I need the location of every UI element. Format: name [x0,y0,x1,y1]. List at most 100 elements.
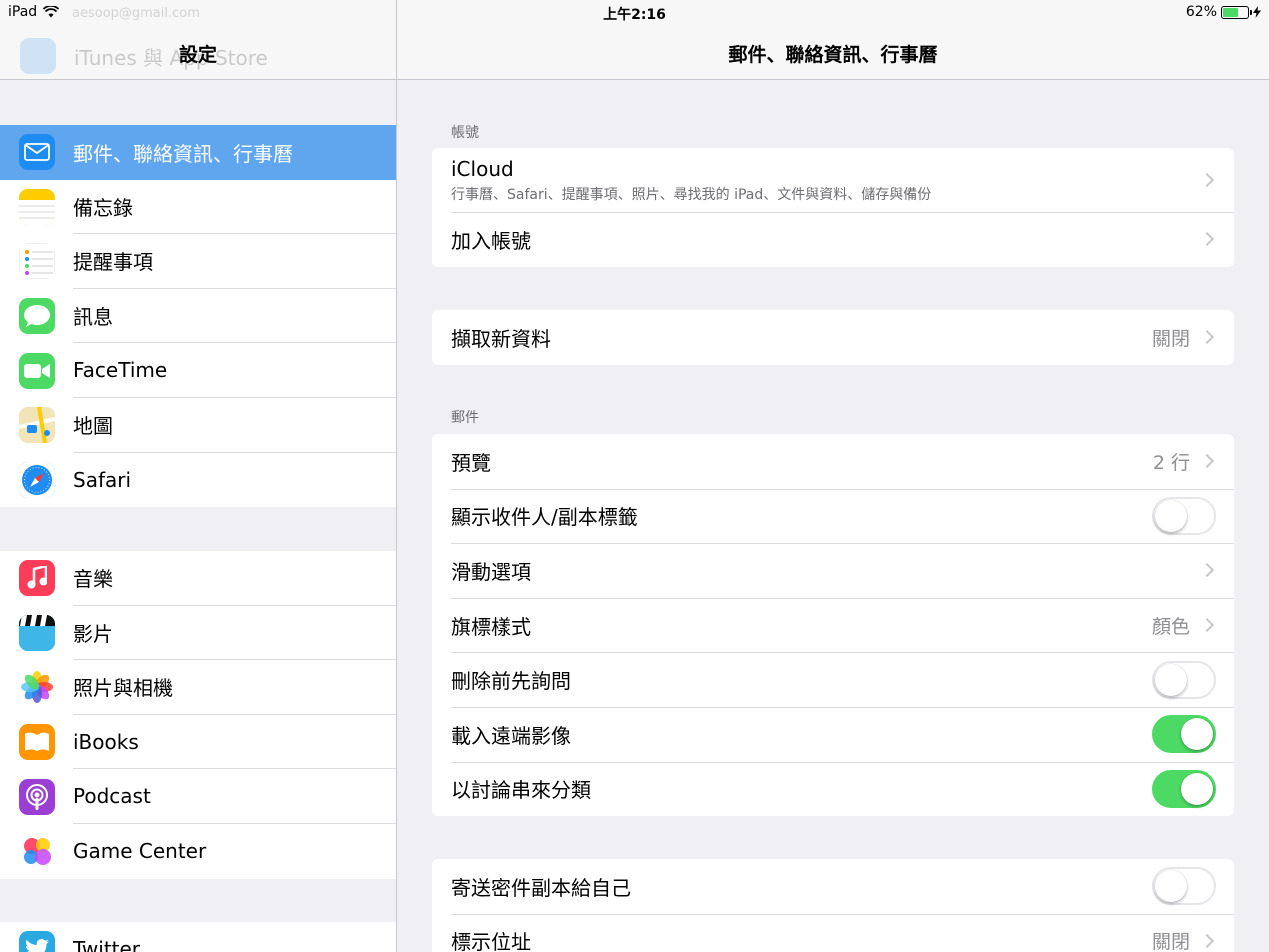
sidebar-item-label: 備忘錄 [73,180,396,235]
fetch-value: 關閉 [1151,327,1190,350]
mark-address-row[interactable]: 標示位址 關閉 [432,913,1234,952]
add-account-label: 加入帳號 [451,228,531,253]
facetime-icon [19,352,55,389]
fetch-label: 擷取新資料 [451,326,551,351]
sidebar-item-podcast[interactable]: Podcast [0,769,396,824]
sidebar-item-ibooks[interactable]: iBooks [0,715,396,770]
section-label-mail: 郵件 [451,410,479,426]
sidebar-group-apple: 郵件、聯絡資訊、行事曆備忘錄 提醒事項 訊息 FaceTime 地圖 Safari [0,125,396,508]
add-account-row[interactable]: 加入帳號 [432,212,1234,267]
mark-address-label: 標示位址 [451,930,531,952]
sidebar-title: 設定 [178,44,217,66]
sidebar-item-label: 地圖 [73,398,396,453]
sidebar-item-game-center[interactable]: Game Center [0,824,396,879]
mail-row: 刪除前先詢問 [432,652,1234,707]
mark-address-value: 關閉 [1151,931,1190,952]
photos-icon [19,669,55,706]
chevron-right-icon [1199,454,1215,469]
sidebar-item-notes[interactable]: 備忘錄 [0,180,396,235]
switch-knob [1155,870,1187,903]
detail-pane: 郵件、聯絡資訊、行事曆 帳號 iCloud 行事曆、Safari、提醒事項、照片… [397,0,1269,952]
sidebar-item-safari[interactable]: Safari [0,453,396,508]
icloud-text: iCloud 行事曆、Safari、提醒事項、照片、尋找我的 iPad、文件與資… [451,157,1202,204]
sidebar-item-photos[interactable]: 照片與相機 [0,660,396,715]
mail-row-label: 刪除前先詢問 [451,669,571,694]
mail-row-label: 以討論串來分類 [451,778,591,803]
sidebar-group-social: Twitter [0,922,396,952]
sidebar-item-label: 訊息 [73,289,396,344]
mail-row[interactable]: 預覽 2 行 [432,434,1234,489]
switch-knob [1181,772,1213,805]
sidebar-item-label: FaceTime [73,343,396,398]
videos-icon [19,614,55,651]
sidebar-item-label: 郵件、聯絡資訊、行事曆 [73,141,293,166]
bcc-label: 寄送密件副本給自己 [451,875,631,900]
chevron-right-icon [1199,232,1215,247]
mail-row[interactable]: 旗標樣式 顏色 [432,597,1234,653]
detail-title: 郵件、聯絡資訊、行事曆 [728,44,938,66]
mail-row-switch[interactable] [1152,496,1216,535]
sidebar-item-label: 提醒事項 [73,234,396,289]
bcc-switch[interactable] [1152,867,1216,906]
sidebar-item-mail[interactable]: 郵件、聯絡資訊、行事曆 [0,125,396,180]
mail-row-switch[interactable] [1152,660,1216,699]
bcc-card: 寄送密件副本給自己 標示位址 關閉 [432,859,1234,952]
charging-icon [1253,6,1261,18]
notes-icon [19,188,55,225]
ibooks-icon [19,724,55,761]
sidebar: aesoop@gmail.com iTunes 與 App Store 設定 郵… [0,0,397,952]
section-label-accounts: 帳號 [451,125,479,141]
sidebar-item-label: iBooks [73,715,396,770]
switch-knob [1181,718,1213,751]
status-right: 62% [1186,4,1261,20]
icloud-title: iCloud [451,156,514,181]
mail-row-label: 滑動選項 [451,559,531,584]
sidebar-item-label: 音樂 [73,551,396,606]
sidebar-item-twitter[interactable]: Twitter [0,922,396,952]
battery-icon [1221,5,1252,19]
sidebar-item-label: Game Center [73,839,207,864]
sidebar-item-music[interactable]: 音樂 [0,551,396,606]
mail-row-label: 預覽 [451,450,491,475]
icloud-row[interactable]: iCloud 行事曆、Safari、提醒事項、照片、尋找我的 iPad、文件與資… [432,148,1234,212]
sidebar-item-label: 影片 [73,606,396,661]
chevron-right-icon [1199,172,1215,188]
mail-row[interactable]: 滑動選項 [432,543,1234,598]
messages-icon [19,298,55,335]
sidebar-item-messages[interactable]: 訊息 [0,289,396,344]
mail-row-switch[interactable] [1152,769,1216,808]
fetch-new-data-row[interactable]: 擷取新資料 關閉 [432,310,1234,365]
switch-knob [1155,663,1187,696]
sidebar-item-facetime[interactable]: FaceTime [0,343,396,398]
podcast-icon [19,778,55,815]
mail-row-switch[interactable] [1152,715,1216,754]
chevron-right-icon [1199,330,1215,345]
mail-card: 預覽 2 行顯示收件人/副本標籤滑動選項旗標樣式 顏色刪除前先詢問 載入遠端影像 以討論… [432,434,1234,817]
switch-knob [1155,499,1187,532]
sidebar-item-label: 照片與相機 [73,660,396,715]
sidebar-item-label: Safari [73,467,132,492]
mail-row-label: 載入遠端影像 [451,723,571,748]
sidebar-item-label: Podcast [73,769,396,824]
battery-fill [1223,7,1238,17]
sidebar-item-reminders[interactable]: 提醒事項 [0,234,396,289]
status-bar: iPad 上午2:16 62% [0,0,1269,26]
mail-row: 載入遠端影像 [432,706,1234,762]
mail-row: 顯示收件人/副本標籤 [432,488,1234,544]
chevron-right-icon [1199,563,1215,578]
sidebar-group-media: 音樂 影片 照片與相機 iBooks Podcast Game Center [0,551,396,879]
bcc-self-row: 寄送密件副本給自己 [432,859,1234,914]
sidebar-item-maps[interactable]: 地圖 [0,398,396,453]
icloud-subtitle: 行事曆、Safari、提醒事項、照片、尋找我的 iPad、文件與資料、儲存與備份 [451,186,932,203]
mail-row-value: 顏色 [1151,615,1190,638]
mail-row: 以討論串來分類 [432,761,1234,817]
fetch-card: 擷取新資料 關閉 [432,310,1234,365]
reminders-icon [19,243,55,280]
chevron-right-icon [1199,933,1215,948]
music-icon [19,560,55,597]
game-center-icon [19,833,55,870]
sidebar-item-videos[interactable]: 影片 [0,606,396,661]
mail-row-value: 2 行 [1152,451,1190,474]
sidebar-item-label: Twitter [73,937,141,952]
twitter-icon [19,931,55,952]
